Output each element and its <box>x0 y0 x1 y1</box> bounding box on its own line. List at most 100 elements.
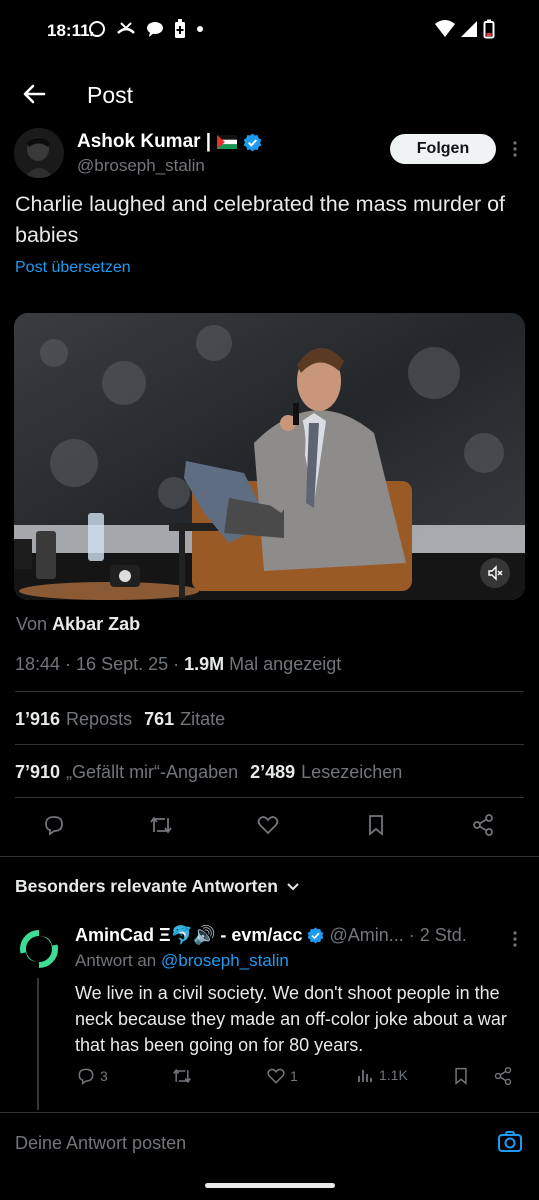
divider <box>15 744 524 745</box>
signal-icon <box>461 21 477 37</box>
volume-off-icon <box>488 565 503 581</box>
post-meta: 18:44 · 16 Sept. 25 · 1.9M Mal angezeigt <box>15 654 341 675</box>
bookmarks-count: 2’489 <box>250 762 296 782</box>
author-name[interactable]: Ashok Kumar | <box>77 131 262 153</box>
reply-header: AminCad Ξ🐬🔊 - evm/acc @Amin... · 2 Std. <box>75 925 515 946</box>
palestine-flag-icon <box>217 135 238 149</box>
quotes-stat[interactable]: 761 Zitate <box>144 709 225 730</box>
post-timestamp: 18:44 · 16 Sept. 25 · <box>15 654 185 674</box>
reply-time: · 2 Std. <box>408 925 467 945</box>
bookmarks-stat[interactable]: 2’489 Lesezeichen <box>250 762 402 783</box>
video-source-name[interactable]: Akbar Zab <box>52 614 140 634</box>
author-avatar[interactable] <box>14 128 64 178</box>
reply-sort-dropdown[interactable]: Besonders relevante Antworten <box>15 876 300 897</box>
whatsapp-icon <box>89 21 105 37</box>
likes-stat[interactable]: 7’910 „Gefällt mir“-Angaben <box>15 762 238 783</box>
quotes-count: 761 <box>144 709 175 729</box>
reply-composer[interactable]: Deine Antwort posten <box>0 1112 539 1172</box>
reply-sort-label: Besonders relevante Antworten <box>15 876 278 896</box>
verified-badge-icon <box>243 132 262 152</box>
heart-icon <box>267 1068 285 1084</box>
repost-icon <box>150 816 172 834</box>
views-label: Mal angezeigt <box>224 654 342 674</box>
quotes-label: Zitate <box>180 709 226 729</box>
video-source: Von Akbar Zab <box>16 614 140 635</box>
chat-bubble-icon <box>147 22 163 37</box>
missed-call-icon <box>117 22 135 34</box>
follow-button[interactable]: Folgen <box>390 134 496 164</box>
like-button[interactable] <box>253 810 283 840</box>
post-actions-bar <box>0 810 539 844</box>
home-indicator[interactable] <box>205 1183 335 1188</box>
video-source-prefix: Von <box>16 614 48 634</box>
reply-more-button[interactable] <box>508 928 522 950</box>
divider <box>15 797 524 798</box>
mute-button[interactable] <box>480 558 510 588</box>
reply-input[interactable]: Deine Antwort posten <box>15 1133 186 1154</box>
post-more-button[interactable] <box>508 138 522 160</box>
status-notification-icons <box>88 19 204 39</box>
repost-button[interactable] <box>146 810 176 840</box>
reply-repost-button[interactable] <box>171 1066 193 1086</box>
reply-avatar[interactable] <box>19 929 59 969</box>
reply-text: We live in a civil society. We don't sho… <box>75 983 507 1055</box>
reply-to-line: Antwort an @broseph_stalin <box>75 951 289 971</box>
chevron-down-icon <box>287 882 299 890</box>
reply-bookmark-button[interactable] <box>452 1066 470 1086</box>
divider <box>0 856 539 857</box>
camera-icon <box>498 1131 522 1152</box>
share-button[interactable] <box>468 810 498 840</box>
bookmark-icon <box>455 1067 467 1085</box>
bookmark-icon <box>369 815 383 836</box>
arrow-left-icon <box>23 84 46 104</box>
cyclone-logo-icon <box>20 930 58 968</box>
back-button[interactable] <box>20 79 50 109</box>
avatar-image <box>14 128 64 178</box>
bookmarks-label: Lesezeichen <box>301 762 403 782</box>
views-count: 1.9M <box>184 654 225 674</box>
reply-views-button[interactable]: 1.1K <box>357 1066 408 1084</box>
page-title: Post <box>87 82 134 108</box>
bookmark-button[interactable] <box>361 810 391 840</box>
reply-reply-button[interactable]: 3 <box>76 1066 108 1086</box>
reply-author-name[interactable]: AminCad Ξ🐬🔊 - evm/acc <box>75 925 302 946</box>
reposts-count: 1’916 <box>15 709 61 729</box>
reply-like-button[interactable]: 1 <box>266 1066 298 1086</box>
status-system-icons <box>435 19 495 39</box>
divider <box>15 691 524 692</box>
camera-button[interactable] <box>497 1129 523 1155</box>
reply-share-button[interactable] <box>493 1066 513 1086</box>
reposts-label: Reposts <box>66 709 133 729</box>
repost-quote-stats: 1’916 Reposts 761 Zitate <box>15 709 225 730</box>
likes-count: 7’910 <box>15 762 61 782</box>
share-icon <box>473 814 493 836</box>
repost-icon <box>173 1068 191 1084</box>
reply-button[interactable] <box>39 810 69 840</box>
more-vertical-icon <box>513 931 517 947</box>
like-bookmark-stats: 7’910 „Gefällt mir“-Angaben 2’489 Lesezeic… <box>15 762 402 783</box>
reply-to-prefix: Antwort an <box>75 951 157 970</box>
reply-views-count: 1.1K <box>379 1067 408 1083</box>
reply-likes-count: 1 <box>290 1068 298 1084</box>
reply-replies-count: 3 <box>100 1068 108 1084</box>
views-chart-icon <box>358 1070 372 1082</box>
video-frame <box>14 313 525 600</box>
top-app-bar: Post <box>0 62 539 128</box>
status-time: 18:11 <box>47 21 90 40</box>
more-vertical-icon <box>513 141 517 157</box>
author-handle[interactable]: @broseph_stalin <box>77 156 205 176</box>
battery-saver-icon <box>175 19 185 38</box>
heart-icon <box>257 816 279 835</box>
translate-post-link[interactable]: Post übersetzen <box>15 259 131 277</box>
reply-icon <box>78 1068 94 1085</box>
status-bar: 18:11 <box>0 0 539 62</box>
verified-badge-icon <box>308 927 324 944</box>
likes-label: „Gefällt mir“-Angaben <box>66 762 239 782</box>
reply-author-handle[interactable]: @Amin... <box>329 925 403 946</box>
author-name-text: Ashok Kumar | <box>77 131 212 152</box>
post-text: Charlie laughed and celebrated the mass … <box>15 192 506 247</box>
reply-to-handle[interactable]: @broseph_stalin <box>161 951 289 970</box>
reposts-stat[interactable]: 1’916 Reposts <box>15 709 132 730</box>
reply-icon <box>45 816 63 836</box>
post-video[interactable] <box>14 313 525 600</box>
